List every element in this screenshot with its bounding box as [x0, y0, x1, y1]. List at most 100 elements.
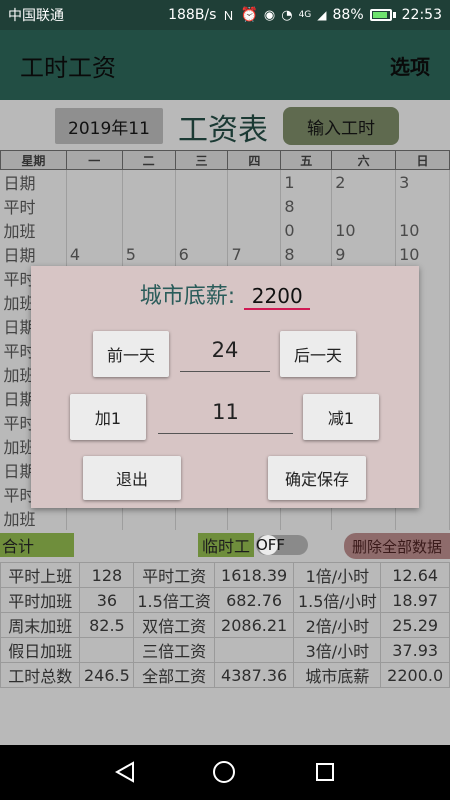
- status-icons: 188B/s Ｎ ⏰ ◉ ◔ 4G ◢ 88% 22:53: [168, 7, 442, 24]
- calendar-cell[interactable]: 5: [122, 242, 176, 266]
- weekday-header: 一: [65, 150, 123, 170]
- app-title: 工时工资: [20, 53, 116, 82]
- base-salary-input[interactable]: 2200: [244, 284, 311, 310]
- calendar-cell[interactable]: [280, 506, 333, 530]
- calendar-cell[interactable]: [175, 506, 229, 530]
- summary-value: 25.29: [380, 612, 450, 638]
- calendar-cell[interactable]: 10: [331, 218, 397, 242]
- calendar-row: 加班 0 10 10: [0, 218, 450, 242]
- calendar-cell[interactable]: [122, 506, 176, 530]
- summary-label: 三倍工资: [133, 637, 215, 663]
- eye-icon: ◉: [263, 7, 276, 23]
- signal-icon: ◢: [317, 8, 327, 22]
- calendar-cell[interactable]: [331, 194, 397, 218]
- calendar-cell[interactable]: 8: [280, 242, 333, 266]
- calendar-cell[interactable]: 0: [280, 218, 333, 242]
- clock: 22:53: [401, 7, 442, 23]
- calendar-cell[interactable]: [175, 169, 229, 194]
- summary-value: 18.97: [380, 587, 450, 613]
- calendar-cell[interactable]: [66, 506, 123, 530]
- weekday-header: 六: [331, 150, 397, 170]
- calendar-cell[interactable]: 7: [227, 242, 282, 266]
- day-value[interactable]: 24: [180, 338, 270, 372]
- summary-value: 82.5: [79, 612, 135, 638]
- base-salary-label: 城市底薪:: [139, 284, 236, 309]
- status-bar: 中国联通 188B/s Ｎ ⏰ ◉ ◔ 4G ◢ 88% 22:53: [0, 0, 450, 30]
- calendar-cell[interactable]: [175, 218, 229, 242]
- sheet-header: 2019年11 工资表 输入工时: [0, 105, 450, 148]
- summary-value: 682.76: [213, 587, 295, 613]
- weekday-header: 三: [174, 150, 229, 170]
- calendar-cell[interactable]: 9: [331, 242, 397, 266]
- navigation-bar: [0, 745, 450, 800]
- weekday-header-label: 星期: [0, 150, 67, 170]
- delete-all-button[interactable]: 删除全部数据: [344, 533, 450, 559]
- weekday-header: 五: [280, 150, 333, 170]
- back-icon[interactable]: [115, 761, 135, 783]
- summary-label: 1.5倍工资: [133, 587, 215, 613]
- work-hours-dialog: 城市底薪: 2200 前一天 24 后一天 加1 11 减1 退出 确定保存: [31, 266, 419, 508]
- recent-apps-icon[interactable]: [316, 763, 334, 781]
- summary-value: 36: [79, 587, 135, 613]
- summary-value: 37.93: [380, 637, 450, 663]
- calendar-cell[interactable]: [175, 194, 229, 218]
- summary-label: 2倍/小时: [293, 612, 382, 638]
- summary-label: 周末加班: [0, 612, 81, 638]
- calendar-cell[interactable]: [395, 194, 450, 218]
- summary-label: 平时加班: [0, 587, 81, 613]
- calendar-cell[interactable]: [395, 506, 450, 530]
- prev-day-button[interactable]: 前一天: [93, 331, 169, 377]
- summary-label: 全部工资: [133, 662, 215, 688]
- calendar-cell[interactable]: [122, 169, 176, 194]
- carrier-name: 中国联通: [8, 8, 64, 24]
- calendar-cell[interactable]: 6: [175, 242, 229, 266]
- calendar-row: 加班: [0, 506, 450, 530]
- calendar-header-row: 星期一二三四五六日: [0, 150, 450, 170]
- minus-one-button[interactable]: 减1: [303, 394, 379, 440]
- confirm-save-button[interactable]: 确定保存: [268, 456, 366, 500]
- calendar-cell[interactable]: [227, 218, 282, 242]
- input-hours-button[interactable]: 输入工时: [283, 107, 399, 145]
- exit-button[interactable]: 退出: [83, 456, 181, 500]
- calendar-cell[interactable]: [331, 506, 397, 530]
- calendar-cell[interactable]: 10: [395, 242, 450, 266]
- options-menu-button[interactable]: 选项: [390, 51, 430, 80]
- calendar-cell[interactable]: 10: [395, 218, 450, 242]
- month-selector-button[interactable]: 2019年11: [55, 108, 163, 144]
- summary-label: 平时上班: [0, 562, 81, 588]
- summary-row: 平时上班 128 平时工资 1618.39 1倍/小时 12.64: [0, 562, 450, 588]
- battery-percent: 88%: [332, 7, 364, 23]
- calendar-cell[interactable]: 1: [280, 169, 333, 194]
- summary-table: 平时上班 128 平时工资 1618.39 1倍/小时 12.64 平时加班 36 1.5倍工资…: [0, 562, 450, 688]
- calendar-cell[interactable]: [66, 218, 123, 242]
- row-label: 加班: [0, 218, 67, 242]
- calendar-cell[interactable]: 8: [280, 194, 333, 218]
- calendar-row: 平时 8: [0, 194, 450, 218]
- summary-value: 12.64: [380, 562, 450, 588]
- home-icon[interactable]: [213, 761, 235, 783]
- summary-label: 1.5倍/小时: [293, 587, 382, 613]
- summary-value: 1618.39: [213, 562, 295, 588]
- temp-worker-toggle[interactable]: OFF: [256, 535, 308, 555]
- summary-label: 平时工资: [133, 562, 215, 588]
- summary-label: 1倍/小时: [293, 562, 382, 588]
- calendar-cell[interactable]: [227, 194, 282, 218]
- summary-value: 2200.0: [380, 662, 450, 688]
- calendar-cell[interactable]: [227, 169, 282, 194]
- summary-label: 双倍工资: [133, 612, 215, 638]
- battery-icon: [369, 9, 396, 21]
- calendar-cell[interactable]: 3: [395, 169, 450, 194]
- sheet-title: 工资表: [178, 113, 268, 148]
- calendar-cell[interactable]: [122, 218, 176, 242]
- calendar-cell[interactable]: 4: [66, 242, 123, 266]
- add-one-button[interactable]: 加1: [70, 394, 146, 440]
- calendar-cell[interactable]: [227, 506, 282, 530]
- nfc-icon: Ｎ: [222, 8, 235, 23]
- calendar-cell[interactable]: 2: [331, 169, 397, 194]
- summary-row: 假日加班 三倍工资 3倍/小时 37.93: [0, 637, 450, 663]
- calendar-cell[interactable]: [66, 194, 123, 218]
- calendar-cell[interactable]: [66, 169, 123, 194]
- calendar-cell[interactable]: [122, 194, 176, 218]
- next-day-button[interactable]: 后一天: [280, 331, 356, 377]
- hours-value[interactable]: 11: [158, 400, 293, 434]
